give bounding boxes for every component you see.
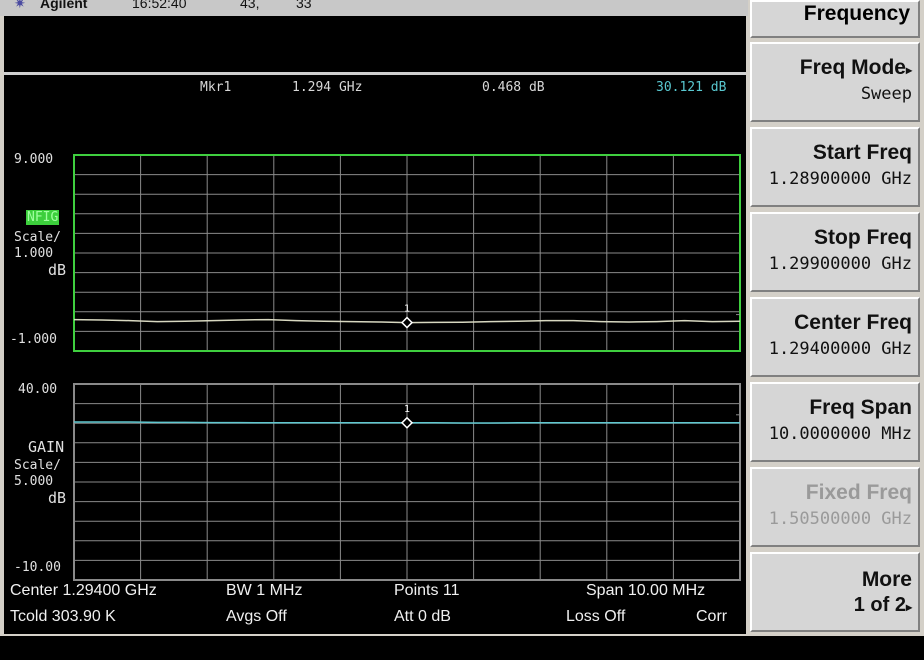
footer-bw: BW 1 MHz [226, 582, 303, 599]
footer-tcold: Tcold 303.90 K [10, 608, 116, 625]
softkey-stop-freq[interactable]: Stop Freq 1.29900000 GHz [750, 212, 920, 292]
footer-center: Center 1.29400 GHz [10, 582, 157, 599]
marker-diamond-icon [400, 316, 414, 329]
marker-diamond-icon [400, 416, 414, 429]
softkey-more[interactable]: More 1 of 2▸ [750, 552, 920, 632]
bottom-bar [0, 636, 924, 660]
softkey-menu-title: Frequency [750, 0, 920, 38]
status-field-3: 33 [296, 0, 312, 11]
footer-att: Att 0 dB [394, 608, 451, 625]
softkey-freq-span[interactable]: Freq Span 10.0000000 MHz [750, 382, 920, 462]
footer-points: Points 11 [394, 582, 460, 599]
softkey-value: 1.50500000 GHz [768, 509, 912, 529]
softkey-value: Sweep [860, 84, 912, 104]
footer-corr: Corr [696, 608, 728, 625]
footer-avgs: Avgs Off [226, 608, 287, 625]
status-field-2: 43, [240, 0, 260, 11]
softkey-center-freq[interactable]: Center Freq 1.29400000 GHz [750, 297, 920, 377]
clock-time: 16:52:40 [132, 0, 187, 11]
softkey-label: Fixed Freq [805, 481, 912, 504]
gain-graph: 1 [73, 383, 741, 581]
softkey-value: 1.28900000 GHz [768, 169, 912, 189]
softkey-value: 1.29900000 GHz [768, 254, 912, 274]
instrument-screen: Mkr1 1.294 GHz 0.468 dB 30.121 dB 9.000 … [4, 16, 746, 634]
agilent-logo-icon: ✷ [14, 0, 26, 11]
softkey-value: 10.0000000 MHz [768, 424, 912, 444]
softkey-label: Center Freq [794, 311, 912, 334]
softkey-label: More [861, 568, 912, 591]
softkey-label: Stop Freq [814, 226, 912, 249]
softkey-fixed-freq[interactable]: Fixed Freq 1.50500000 GHz [750, 467, 920, 547]
footer-span: Span 10.00 MHz [586, 582, 706, 599]
softkey-freq-mode[interactable]: Freq Mode▸ Sweep [750, 42, 920, 122]
nfig-graph: 1 [73, 154, 741, 352]
marker-number: 1 [404, 304, 410, 315]
brand-label: Agilent [40, 0, 88, 11]
footer-loss: Loss Off [566, 608, 626, 625]
softkey-start-freq[interactable]: Start Freq 1.28900000 GHz [750, 127, 920, 207]
softkey-value: 1 of 2▸ [853, 594, 912, 616]
softkey-label: Freq Span [809, 396, 912, 419]
softkey-label: Freq Mode▸ [799, 56, 912, 79]
status-bar: ✷ Agilent 16:52:40 43, 33 [0, 0, 748, 16]
softkey-label: Start Freq [812, 141, 912, 164]
marker-number: 1 [404, 404, 410, 415]
softkey-value: 1.29400000 GHz [768, 339, 912, 359]
graph-area: 1 1 [73, 154, 741, 581]
